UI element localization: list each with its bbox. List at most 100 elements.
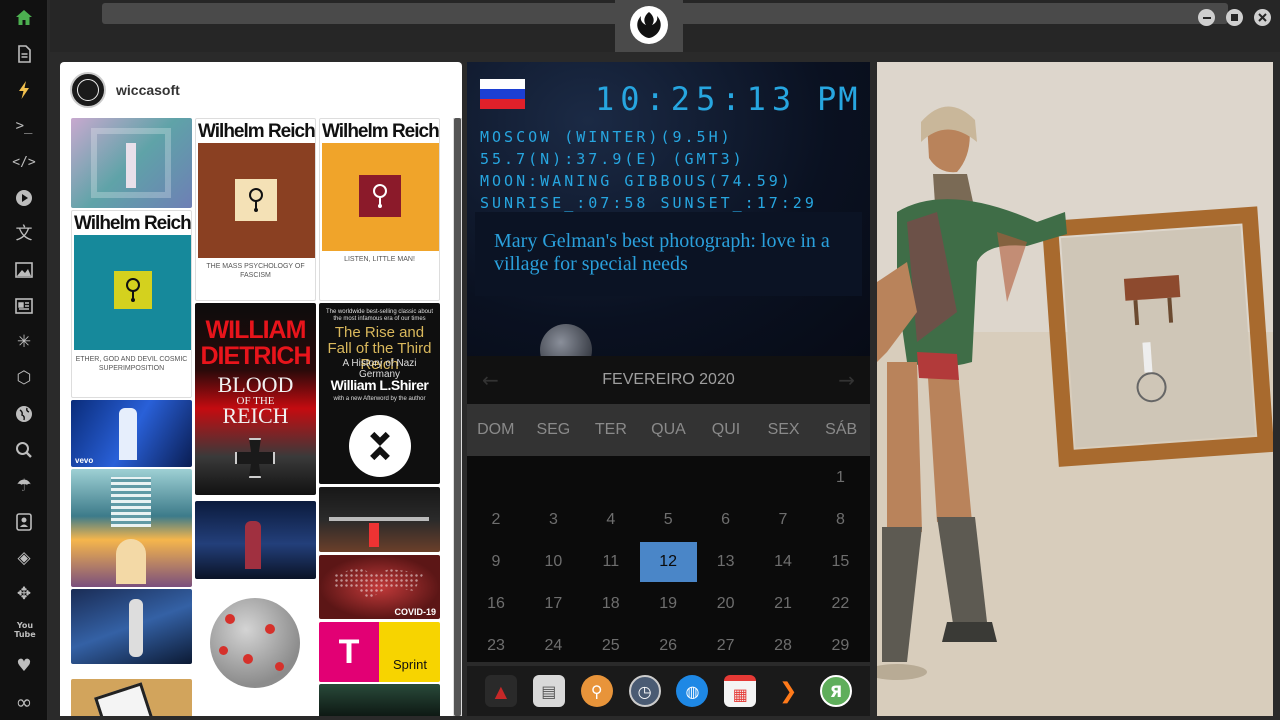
video-thumbnail-vevo[interactable]: vevo (71, 400, 192, 467)
video-thumbnail-stage-lights[interactable] (319, 487, 440, 552)
calendar-day-today[interactable]: 12 (639, 542, 697, 582)
calendar-day[interactable]: 19 (640, 584, 697, 624)
calendar-icon[interactable]: ▦ (724, 675, 757, 707)
calendar-day[interactable]: 17 (525, 584, 582, 624)
umbrella-icon[interactable]: ☂ (12, 474, 36, 498)
calendar-day[interactable]: 29 (812, 626, 869, 666)
calendar-day[interactable]: 25 (582, 626, 639, 666)
forward-icon[interactable]: ❯ (772, 675, 804, 707)
avatar[interactable] (70, 72, 106, 108)
dietrich-title-3: REICH (222, 403, 289, 428)
weekday-label: SEG (536, 421, 571, 438)
book-ether-title: Wilhelm Reich (74, 213, 191, 234)
thumbnail-coronavirus[interactable] (195, 584, 316, 702)
book-ether-subtitle: ETHER, GOD AND DEVIL COSMIC SUPERIMPOSIT… (75, 356, 188, 373)
book-ether-god-devil[interactable]: Wilhelm Reich ETHER, GOD AND DEVIL COSMI… (71, 210, 192, 398)
vivaldi-icon[interactable]: ▲ (484, 675, 517, 707)
video-thumbnail-stage[interactable] (71, 589, 192, 664)
weekday-header: DOM SEG TER QUA QUI SEX SÁB (467, 404, 870, 456)
calendar-day[interactable]: 6 (697, 500, 754, 540)
feed-scrollbar-thumb[interactable] (454, 118, 461, 716)
thumbnail-tmobile-sprint[interactable]: T Sprint (319, 622, 440, 682)
contact-icon[interactable] (12, 510, 36, 534)
globe-icon[interactable] (12, 402, 36, 426)
minimize-button[interactable] (1198, 9, 1215, 26)
book-listen-little-man[interactable]: Wilhelm Reich LISTEN, LITTLE MAN! (319, 118, 440, 301)
weekday-label: SEX (767, 421, 800, 438)
thumbnail-green[interactable] (319, 684, 440, 716)
weekday-label: SÁB (825, 421, 858, 438)
dietrich-author-1: WILLIAM (205, 316, 307, 344)
calendar-day[interactable]: 20 (697, 584, 754, 624)
calendar-day[interactable]: 26 (640, 626, 697, 666)
rebel-logo-tab[interactable] (615, 0, 683, 52)
search-icon[interactable] (12, 438, 36, 462)
document-icon[interactable] (12, 42, 36, 66)
calendar-day[interactable]: 27 (697, 626, 754, 666)
calendar-day[interactable]: 2 (468, 500, 525, 540)
calendar-day[interactable]: 8 (812, 500, 869, 540)
infinity-icon[interactable]: ∞ (12, 690, 36, 714)
reader-icon[interactable]: ▤ (532, 675, 565, 707)
video-thumbnail-concert[interactable] (195, 501, 316, 579)
heart-icon[interactable]: ♥ (12, 654, 36, 678)
image-icon[interactable] (12, 258, 36, 282)
calendar-day[interactable]: 5 (640, 500, 697, 540)
tag-icon[interactable]: ◈ (12, 546, 36, 570)
calendar-day[interactable]: 1 (812, 458, 869, 498)
calendar-day[interactable]: 15 (812, 542, 869, 582)
photo-woman-with-frame[interactable] (877, 62, 1273, 716)
calendar-day[interactable]: 23 (468, 626, 525, 666)
home-icon[interactable] (12, 6, 36, 30)
hexagon-icon[interactable]: ⬡ (12, 366, 36, 390)
clock-time: 10:25:13 (595, 80, 798, 118)
calendar-day[interactable]: 11 (582, 542, 639, 582)
terminal-icon[interactable]: >_ (12, 114, 36, 138)
lightning-icon[interactable] (12, 78, 36, 102)
username[interactable]: wiccasoft (116, 82, 180, 98)
calendar-day[interactable]: 22 (812, 584, 869, 624)
video-thumbnail-mirrors[interactable] (71, 118, 192, 208)
book-mass-psychology[interactable]: Wilhelm Reich THE MASS PSYCHOLOGY OF FAS… (195, 118, 316, 301)
play-icon[interactable] (12, 186, 36, 210)
calendar-day[interactable]: 9 (468, 542, 525, 582)
calendar-day[interactable]: 13 (697, 542, 754, 582)
calendar-day[interactable]: 28 (755, 626, 812, 666)
calendar-day[interactable]: 10 (525, 542, 582, 582)
globe-icon[interactable]: ◍ (676, 675, 709, 707)
feed-scrollbar[interactable] (453, 118, 462, 716)
expand-icon[interactable]: ✥ (12, 582, 36, 606)
calendar-day[interactable]: 7 (755, 500, 812, 540)
left-sidebar: >_ </> 文 ✳ ⬡ ☂ ◈ ✥ You Tube ♥ ∞ (0, 0, 48, 720)
yandex-icon[interactable]: Я (820, 675, 853, 707)
video-thumbnail-building[interactable] (71, 469, 192, 587)
book-rise-and-fall[interactable]: The worldwide best-selling classic about… (319, 303, 440, 484)
news-headline[interactable]: Mary Gelman's best photograph: love in a… (475, 212, 862, 296)
magnifier-icon[interactable]: ⚲ (580, 675, 613, 707)
translate-icon[interactable]: 文 (12, 222, 36, 246)
book-blood-of-the-reich[interactable]: WILLIAM DIETRICH BLOOD OF THE REICH (195, 303, 316, 495)
coordinates-line: 55.7(N):37.9(E) (GMT3) (480, 150, 745, 168)
close-button[interactable] (1254, 9, 1271, 26)
social-feed-panel: wiccasoft Wilhelm Reich ETHER, GOD AND D… (60, 62, 462, 716)
maximize-button[interactable] (1226, 9, 1243, 26)
news-icon[interactable] (12, 294, 36, 318)
calendar-day[interactable]: 18 (582, 584, 639, 624)
clock-icon[interactable]: ◷ (628, 675, 661, 707)
code-icon[interactable]: </> (12, 150, 36, 174)
book-listen-cover (322, 143, 439, 251)
calendar-day[interactable]: 4 (582, 500, 639, 540)
asterisk-icon[interactable]: ✳ (12, 330, 36, 354)
calendar-day[interactable]: 3 (525, 500, 582, 540)
calendar-day[interactable]: 16 (468, 584, 525, 624)
thumbnail-cork-phone[interactable] (71, 679, 192, 716)
calendar-prev-icon[interactable]: ← (482, 368, 499, 392)
russia-flag (480, 79, 525, 109)
thumbnail-covid-map[interactable]: COVID-19 (319, 555, 440, 619)
calendar-day[interactable]: 21 (755, 584, 812, 624)
calendar-next-icon[interactable]: → (838, 368, 855, 392)
clock-ampm: PM (817, 80, 860, 118)
calendar-day[interactable]: 14 (755, 542, 812, 582)
youtube-icon[interactable]: You Tube (12, 618, 38, 642)
calendar-day[interactable]: 24 (525, 626, 582, 666)
